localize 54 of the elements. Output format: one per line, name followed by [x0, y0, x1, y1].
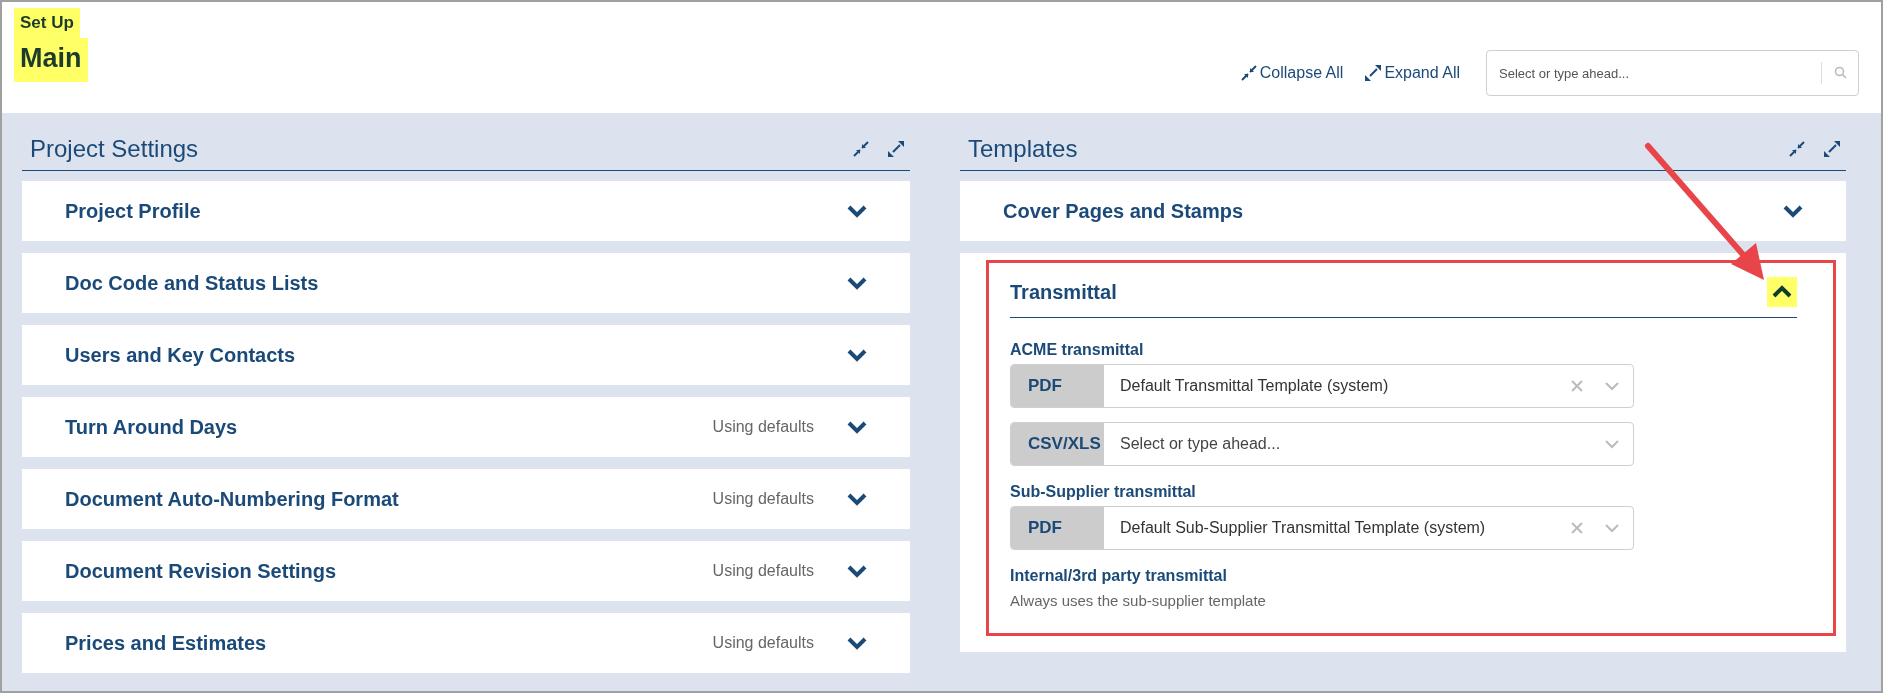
section-title: Doc Code and Status Lists: [65, 271, 320, 296]
breadcrumb[interactable]: Set Up: [14, 8, 80, 38]
select-value: Default Transmittal Template (system): [1120, 376, 1389, 396]
chevron-down-icon[interactable]: [846, 420, 868, 434]
select-placeholder: Select or type ahead...: [1120, 434, 1281, 454]
panel-title: Templates: [968, 133, 1078, 164]
format-tag: PDF: [1011, 365, 1104, 407]
search-field[interactable]: Select or type ahead...: [1486, 50, 1859, 96]
chevron-down-icon[interactable]: [846, 492, 868, 506]
section-row[interactable]: Doc Code and Status Lists: [22, 253, 910, 313]
collapse-icon: [1240, 65, 1257, 81]
chevron-down-icon[interactable]: [846, 204, 868, 218]
expand-icon[interactable]: [1824, 140, 1840, 157]
section-row[interactable]: Cover Pages and Stamps: [960, 181, 1846, 241]
section-row[interactable]: Prices and Estimates Using defaults: [22, 613, 910, 673]
chevron-down-icon[interactable]: [1782, 204, 1804, 218]
status-text: Using defaults: [712, 633, 814, 653]
select-value: Default Sub-Supplier Transmittal Template (system): [1120, 518, 1486, 538]
section-row[interactable]: Document Revision Settings Using defaults: [22, 541, 910, 601]
collapse-icon[interactable]: [1789, 140, 1805, 157]
section-title: Document Revision Settings: [65, 559, 338, 584]
chevron-down-icon[interactable]: [846, 276, 868, 290]
section-title[interactable]: Transmittal: [1010, 277, 1117, 307]
section-row[interactable]: Project Profile: [22, 181, 910, 241]
status-text: Using defaults: [712, 489, 814, 509]
group-note: Always uses the sub-supplier template: [1010, 591, 1267, 611]
collapse-icon[interactable]: [853, 140, 869, 157]
group-label: ACME transmittal: [1010, 340, 1145, 360]
section-title: Turn Around Days: [65, 415, 239, 440]
section-title: Users and Key Contacts: [65, 343, 297, 368]
format-tag: PDF: [1011, 507, 1104, 549]
group-label: Internal/3rd party transmittal: [1010, 566, 1228, 586]
expand-icon[interactable]: [888, 140, 904, 157]
chevron-down-icon[interactable]: [846, 636, 868, 650]
format-tag: CSV/XLS: [1011, 423, 1104, 465]
section-row[interactable]: Document Auto-Numbering Format Using defaults: [22, 469, 910, 529]
expand-icon: [1365, 65, 1382, 81]
section-title: Project Profile: [65, 199, 202, 224]
section-title: Cover Pages and Stamps: [1003, 199, 1245, 224]
expand-all-link[interactable]: Expand All: [1365, 61, 1460, 85]
group-label: Sub-Supplier transmittal: [1010, 482, 1197, 502]
page-title: Main: [14, 37, 88, 82]
collapse-all-link[interactable]: Collapse All: [1240, 61, 1344, 85]
section-row[interactable]: Turn Around Days Using defaults: [22, 397, 910, 457]
section-title: Document Auto-Numbering Format: [65, 487, 400, 512]
chevron-down-icon[interactable]: [846, 564, 868, 578]
panel-title: Project Settings: [30, 133, 199, 164]
section-row[interactable]: Users and Key Contacts: [22, 325, 910, 385]
template-select[interactable]: CSV/XLS Select or type ahead...: [1010, 422, 1634, 466]
status-text: Using defaults: [712, 417, 814, 437]
chevron-up-icon[interactable]: [1771, 285, 1793, 299]
section-title: Prices and Estimates: [65, 631, 268, 656]
status-text: Using defaults: [712, 561, 814, 581]
chevron-down-icon[interactable]: [846, 348, 868, 362]
